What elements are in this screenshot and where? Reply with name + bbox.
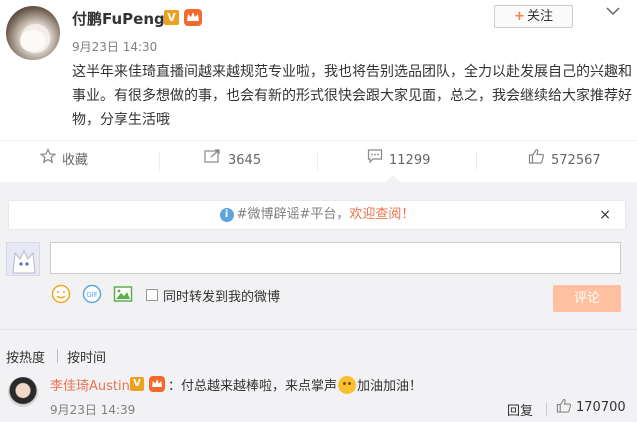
comment-count: 11299 <box>389 153 431 168</box>
comment-text-part: ：付总越来越棒啦，来点掌声 <box>168 379 338 394</box>
comment-caret <box>386 175 400 182</box>
star-icon <box>39 141 57 181</box>
verified-badge-icon: V <box>130 377 144 391</box>
divider <box>317 151 318 171</box>
follow-plus-icon: + <box>514 9 525 24</box>
divider <box>546 403 547 416</box>
follow-button[interactable]: + 关注 <box>494 5 573 28</box>
comment-like-count: 170700 <box>576 400 626 415</box>
comment-section: i #微博辟谣#平台，欢迎查阅！ × GIF 同时转发到我的微博 评论 按热度 按… <box>0 182 637 422</box>
sort-by-hot[interactable]: 按热度 <box>6 347 45 366</box>
thumbs-up-icon <box>528 141 545 181</box>
like-button[interactable]: 572567 <box>528 141 637 181</box>
comment-text-part: 加油加油！ <box>357 379 423 394</box>
repost-count: 3645 <box>228 153 262 168</box>
notice-link[interactable]: 欢迎查阅！ <box>349 207 414 222</box>
author-name[interactable]: 付鹏FuPeng <box>72 8 165 29</box>
sort-divider <box>57 349 58 363</box>
commenter-name[interactable]: 李佳琦Austin <box>50 375 130 394</box>
reply-button[interactable]: 回复 <box>507 400 533 419</box>
sort-by-time[interactable]: 按时间 <box>67 347 106 366</box>
chevron-down-icon[interactable] <box>605 4 621 18</box>
image-icon[interactable] <box>113 284 133 304</box>
vip-crown-icon[interactable] <box>184 9 202 26</box>
divider <box>159 151 160 171</box>
current-user-avatar <box>6 242 40 276</box>
weibo-post: 付鹏FuPeng V + 关注 9月23日 14:30 这半年来佳琦直播间越来越规… <box>0 0 637 140</box>
divider <box>476 151 477 171</box>
post-time[interactable]: 9月23日 14:30 <box>72 38 157 55</box>
verified-badge-icon: V <box>164 10 179 25</box>
follow-label: 关注 <box>526 9 553 24</box>
comment-input[interactable] <box>50 242 621 274</box>
rumor-notice: i #微博辟谣#平台，欢迎查阅！ × <box>8 200 626 230</box>
commenter-avatar[interactable] <box>8 377 38 407</box>
comment-like-button[interactable]: 170700 <box>556 398 626 417</box>
emoji-icon[interactable] <box>51 284 71 304</box>
notice-text[interactable]: #微博辟谣#平台， <box>237 207 350 222</box>
applause-emoji-icon <box>338 376 357 394</box>
author-avatar[interactable] <box>6 6 60 60</box>
favorite-label: 收藏 <box>62 153 89 168</box>
thumbs-up-icon <box>556 398 572 417</box>
divider <box>0 329 637 330</box>
repost-icon <box>204 141 222 181</box>
svg-text:GIF: GIF <box>86 291 98 299</box>
vip-crown-icon[interactable] <box>149 376 165 392</box>
close-icon[interactable]: × <box>599 201 611 229</box>
repost-checkbox[interactable] <box>146 289 158 301</box>
comment-text: ：付总越来越棒啦，来点掌声 加油加油！ <box>168 375 422 394</box>
like-count: 572567 <box>551 153 601 168</box>
comment-time: 9月23日 14:39 <box>50 403 136 417</box>
gif-icon[interactable]: GIF <box>82 284 102 304</box>
info-icon: i <box>219 207 234 222</box>
favorite-button[interactable]: 收藏 <box>39 141 190 181</box>
post-content: 这半年来佳琦直播间越来越规范专业啦，我也将告别选品团队，全力以赴发展自己的兴趣和… <box>72 64 632 128</box>
comment-submit-button[interactable]: 评论 <box>553 285 621 312</box>
action-bar: 收藏 3645 11299 572567 <box>0 140 637 180</box>
repost-checkbox-label[interactable]: 同时转发到我的微博 <box>163 286 280 305</box>
comment-icon <box>367 141 383 181</box>
repost-button[interactable]: 3645 <box>204 141 354 181</box>
